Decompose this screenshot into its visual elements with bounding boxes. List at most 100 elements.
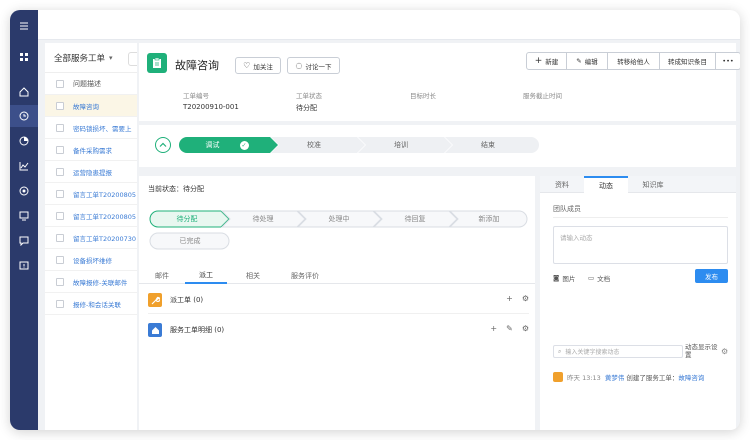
ticket-header: 故障咨询 ♡加关注 ◌讨论一下 +新建 ✎编辑 转移给他人 转成知识条目	[139, 43, 740, 121]
right-tabs: 资料 动态 知识库	[540, 176, 736, 193]
discuss-button[interactable]: ◌ 讨论一下	[287, 57, 340, 74]
ticket-status: 待分配	[296, 104, 317, 112]
ticket-number: T20200910-001	[183, 103, 239, 111]
publish-label: 发布	[705, 273, 718, 281]
discuss-label: 讨论一下	[305, 62, 332, 71]
status-step[interactable]: 待回复	[379, 211, 451, 227]
row-checkbox[interactable]	[56, 211, 64, 220]
pie-chart-icon[interactable]	[10, 130, 38, 152]
list-filter-dropdown[interactable]: 全部服务工单 ▾	[45, 43, 137, 73]
collapse-chevron-icon[interactable]	[155, 137, 171, 153]
activity-user[interactable]: 黄梦伟	[605, 372, 625, 382]
list-item[interactable]: 留言工单T20200805	[45, 205, 137, 227]
column-header: 问题描述	[73, 79, 101, 88]
row-checkbox[interactable]	[56, 255, 64, 264]
tab-label: 资料	[555, 180, 569, 189]
line-chart-icon[interactable]	[10, 155, 38, 177]
select-all-checkbox[interactable]	[56, 79, 64, 88]
list-search-button[interactable]	[128, 52, 137, 66]
edit-button[interactable]: ✎ 编辑	[566, 52, 608, 70]
pencil-icon: ✎	[576, 57, 582, 65]
status-step-label: 新添加	[478, 215, 500, 223]
list-item[interactable]: 运营隐患提报	[45, 161, 137, 183]
chat-icon[interactable]	[10, 230, 38, 252]
stage-label: 校准	[307, 141, 321, 149]
home-icon[interactable]	[10, 81, 38, 103]
to-kb-button[interactable]: 转成知识条目	[659, 52, 716, 70]
tab-knowledge[interactable]: 知识库	[628, 176, 678, 193]
add-icon[interactable]: +	[506, 294, 513, 303]
row-checkbox[interactable]	[56, 277, 64, 286]
list-item-label: 留言工单T20200805	[73, 190, 137, 199]
more-button[interactable]: •••	[715, 52, 740, 70]
list-item[interactable]: 留言工单T20200805	[45, 183, 137, 205]
status-step-label: 待回复	[404, 215, 426, 223]
list-item-label: 留言工单T20200730	[73, 234, 137, 243]
gear-icon[interactable]: ⚙	[522, 324, 529, 333]
list-item[interactable]: 备件采购需求	[45, 139, 137, 161]
list-item[interactable]: 设备损坏维修	[45, 249, 137, 271]
stage-debug[interactable]: 调试 ✓	[183, 137, 271, 153]
status-step[interactable]: 待分配	[151, 211, 223, 227]
comment-input[interactable]: 请输入动态	[553, 226, 728, 264]
status-step-label: 待处理	[252, 215, 274, 223]
row-checkbox[interactable]	[56, 189, 64, 198]
tab-label: 服务评价	[291, 272, 319, 280]
new-button[interactable]: + 新建	[526, 52, 567, 70]
activity-search-input[interactable]: ⌕ 输入关键字搜索动态	[553, 345, 683, 358]
ticket-detail-section: 服务工单明细 (0) + ✎ ⚙	[148, 319, 529, 341]
list-item[interactable]: 故障咨询	[45, 95, 137, 117]
alert-icon[interactable]	[10, 255, 38, 277]
monitor-icon[interactable]	[10, 205, 38, 227]
tab-related[interactable]: 相关	[233, 268, 273, 284]
heart-icon: ♡	[243, 61, 251, 70]
status-step[interactable]: 处理中	[303, 211, 375, 227]
follow-button[interactable]: ♡ 加关注	[235, 57, 281, 74]
menu-icon[interactable]	[10, 15, 38, 37]
search-icon: ⌕	[558, 347, 562, 355]
tab-info[interactable]: 资料	[540, 176, 584, 193]
dispatch-order-section: 派工单 (0) + ⚙	[148, 289, 529, 311]
list-filter-label: 全部服务工单	[54, 53, 106, 64]
list-item[interactable]: 故障报修-关联邮件	[45, 271, 137, 293]
list-item[interactable]: 留言工单T20200730	[45, 227, 137, 249]
grid-icon[interactable]	[10, 46, 38, 68]
tab-label: 知识库	[642, 180, 664, 189]
search-placeholder: 输入关键字搜索动态	[565, 349, 620, 356]
house-icon	[148, 323, 162, 337]
stage-finish[interactable]: 结束	[445, 137, 531, 153]
check-icon: ✓	[239, 140, 249, 150]
tab-label: 相关	[246, 272, 260, 280]
status-step[interactable]: 已完成	[151, 233, 229, 249]
divider	[148, 313, 529, 314]
activity-display-settings[interactable]: 动态显示设置	[685, 343, 719, 359]
gear-icon[interactable]: ⚙	[522, 294, 529, 303]
tab-dispatch[interactable]: 派工	[185, 268, 227, 284]
list-item[interactable]: 密码锁损坏、需要上	[45, 117, 137, 139]
stage-training[interactable]: 培训	[358, 137, 444, 153]
row-checkbox[interactable]	[56, 167, 64, 176]
attach-doc-button[interactable]: ▭ 文档	[588, 273, 610, 283]
list-item-label: 留言工单T20200805	[73, 212, 137, 221]
publish-button[interactable]: 发布	[695, 269, 728, 283]
stage-calibrate[interactable]: 校准	[271, 137, 357, 153]
clock-icon[interactable]	[10, 105, 38, 127]
activity-target[interactable]: 故障咨询	[678, 372, 704, 382]
target-icon[interactable]	[10, 180, 38, 202]
row-checkbox[interactable]	[56, 299, 64, 308]
status-step[interactable]: 待处理	[227, 211, 299, 227]
row-checkbox[interactable]	[56, 145, 64, 154]
pencil-icon[interactable]: ✎	[506, 324, 513, 333]
tab-mail[interactable]: 邮件	[145, 268, 179, 284]
row-checkbox[interactable]	[56, 233, 64, 242]
transfer-button[interactable]: 转移给他人	[607, 52, 660, 70]
row-checkbox[interactable]	[56, 123, 64, 132]
gear-icon[interactable]: ⚙	[721, 347, 728, 356]
add-icon[interactable]: +	[490, 324, 497, 333]
list-item[interactable]: 报修-和会话关联	[45, 293, 137, 315]
tab-rating[interactable]: 服务评价	[279, 268, 331, 284]
tab-activity[interactable]: 动态	[584, 176, 628, 193]
status-step[interactable]: 新添加	[455, 211, 523, 227]
attach-image-button[interactable]: ◙ 图片	[553, 273, 575, 283]
row-checkbox[interactable]	[56, 101, 64, 110]
